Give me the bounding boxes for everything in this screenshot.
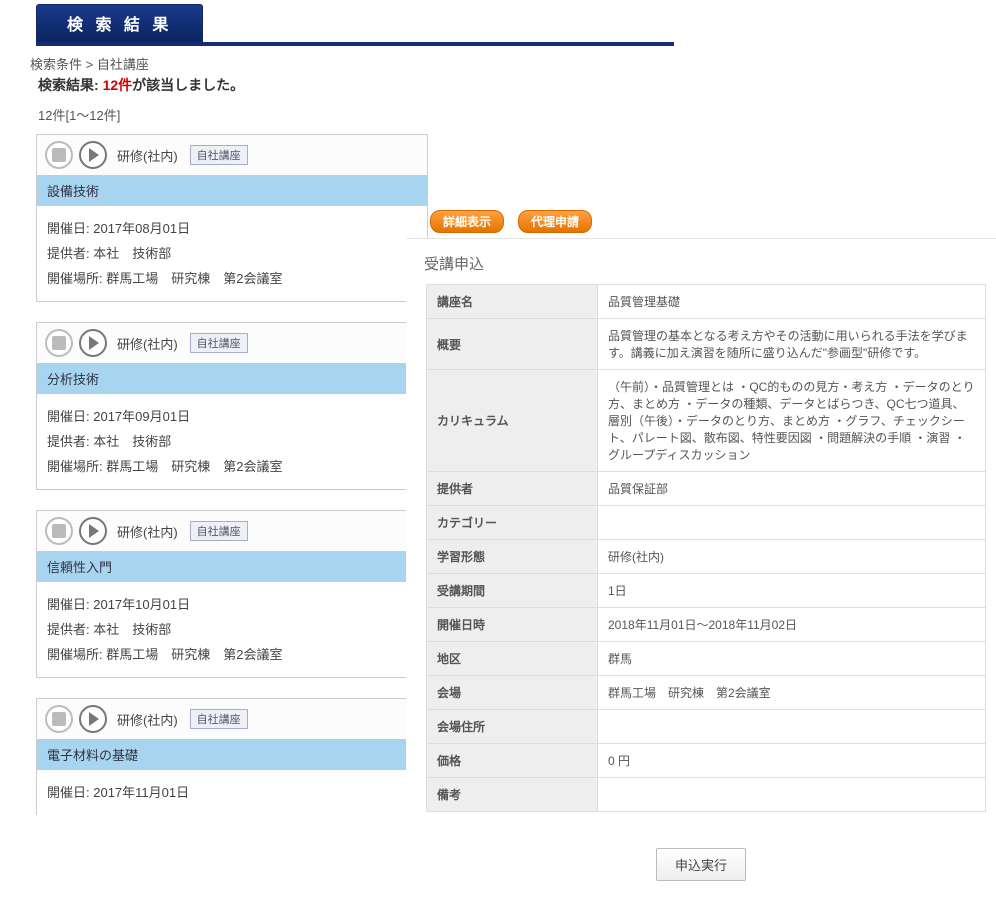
- table-row: 会場住所: [427, 710, 986, 744]
- document-icon: [45, 141, 73, 169]
- result-suffix: が該当しました。: [132, 77, 244, 93]
- course-venue: 開催場所: 群馬工場 研究棟 第2会議室: [47, 644, 417, 663]
- table-row: 会場群馬工場 研究棟 第2会議室: [427, 676, 986, 710]
- table-row: 受講期間1日: [427, 574, 986, 608]
- course-title: 設備技術: [37, 175, 427, 206]
- header-banner: 検 索 結 果: [36, 4, 996, 46]
- play-icon: [79, 705, 107, 733]
- course-list: 研修(社内) 自社講座 設備技術 開催日: 2017年08月01日 提供者: 本…: [36, 134, 428, 815]
- row-label: カテゴリー: [427, 506, 598, 540]
- course-date: 開催日: 2017年09月01日: [47, 406, 417, 425]
- course-provider: 提供者: 本社 技術部: [47, 243, 417, 262]
- course-title: 分析技術: [37, 363, 427, 394]
- internal-course-tag: 自社講座: [190, 709, 248, 729]
- row-label: 学習形態: [427, 540, 598, 574]
- course-type-label: 研修(社内): [117, 146, 178, 165]
- row-label: 会場住所: [427, 710, 598, 744]
- play-icon: [79, 141, 107, 169]
- breadcrumb: 検索条件 > 自社講座: [30, 54, 996, 73]
- play-icon: [79, 517, 107, 545]
- row-value: 品質保証部: [598, 472, 986, 506]
- row-value: 品質管理基礎: [598, 285, 986, 319]
- course-provider: 提供者: 本社 技術部: [47, 431, 417, 450]
- row-value: 研修(社内): [598, 540, 986, 574]
- page-title-tab: 検 索 結 果: [36, 4, 203, 42]
- proxy-apply-button[interactable]: 代理申請: [518, 210, 592, 233]
- row-label: 地区: [427, 642, 598, 676]
- table-row: 概要品質管理の基本となる考え方やその活動に用いられる手法を学びます。講義に加え演…: [427, 319, 986, 370]
- course-card[interactable]: 研修(社内) 自社講座 分析技術 開催日: 2017年09月01日 提供者: 本…: [36, 322, 428, 490]
- play-icon: [79, 329, 107, 357]
- row-label: 開催日時: [427, 608, 598, 642]
- course-type-label: 研修(社内): [117, 334, 178, 353]
- course-card[interactable]: 研修(社内) 自社講座 設備技術 開催日: 2017年08月01日 提供者: 本…: [36, 134, 428, 302]
- table-row: 地区群馬: [427, 642, 986, 676]
- internal-course-tag: 自社講座: [190, 333, 248, 353]
- internal-course-tag: 自社講座: [190, 145, 248, 165]
- row-value: 1日: [598, 574, 986, 608]
- result-range: 12件[1～12件]: [38, 105, 996, 124]
- course-type-label: 研修(社内): [117, 522, 178, 541]
- row-value: 2018年11月01日～2018年11月02日: [598, 608, 986, 642]
- table-row: 講座名品質管理基礎: [427, 285, 986, 319]
- row-label: 会場: [427, 676, 598, 710]
- row-value: （午前）・品質管理とは ・QC的ものの見方・考え方 ・データのとり方、まとめ方 …: [598, 370, 986, 472]
- course-detail-table: 講座名品質管理基礎 概要品質管理の基本となる考え方やその活動に用いられる手法を学…: [426, 284, 986, 812]
- table-row: カテゴリー: [427, 506, 986, 540]
- document-icon: [45, 329, 73, 357]
- header-rule: [36, 42, 674, 46]
- table-row: カリキュラム（午前）・品質管理とは ・QC的ものの見方・考え方 ・データのとり方…: [427, 370, 986, 472]
- row-label: 提供者: [427, 472, 598, 506]
- result-summary: 検索結果: 12件が該当しました。: [38, 75, 996, 95]
- table-row: 価格0 円: [427, 744, 986, 778]
- row-value: [598, 710, 986, 744]
- application-panel: 受講申込 講座名品質管理基礎 概要品質管理の基本となる考え方やその活動に用いられ…: [406, 238, 996, 901]
- row-value: [598, 778, 986, 812]
- table-row: 備考: [427, 778, 986, 812]
- course-venue: 開催場所: 群馬工場 研究棟 第2会議室: [47, 268, 417, 287]
- course-date: 開催日: 2017年10月01日: [47, 594, 417, 613]
- document-icon: [45, 705, 73, 733]
- course-card[interactable]: 研修(社内) 自社講座 信頼性入門 開催日: 2017年10月01日 提供者: …: [36, 510, 428, 678]
- table-row: 開催日時2018年11月01日～2018年11月02日: [427, 608, 986, 642]
- table-row: 学習形態研修(社内): [427, 540, 986, 574]
- row-label: 備考: [427, 778, 598, 812]
- panel-title: 受講申込: [406, 239, 996, 284]
- row-label: 受講期間: [427, 574, 598, 608]
- course-card[interactable]: 研修(社内) 自社講座 電子材料の基礎 開催日: 2017年11月01日: [36, 698, 428, 815]
- row-label: 講座名: [427, 285, 598, 319]
- course-provider: 提供者: 本社 技術部: [47, 619, 417, 638]
- course-type-label: 研修(社内): [117, 710, 178, 729]
- row-value: 群馬: [598, 642, 986, 676]
- document-icon: [45, 517, 73, 545]
- row-label: カリキュラム: [427, 370, 598, 472]
- result-count: 12件: [103, 77, 133, 93]
- detail-view-button[interactable]: 詳細表示: [430, 210, 504, 233]
- course-venue: 開催場所: 群馬工場 研究棟 第2会議室: [47, 456, 417, 475]
- row-label: 価格: [427, 744, 598, 778]
- course-date: 開催日: 2017年11月01日: [47, 782, 417, 801]
- result-prefix: 検索結果:: [38, 77, 103, 93]
- table-row: 提供者品質保証部: [427, 472, 986, 506]
- submit-application-button[interactable]: 申込実行: [656, 848, 746, 881]
- course-title: 電子材料の基礎: [37, 739, 427, 770]
- internal-course-tag: 自社講座: [190, 521, 248, 541]
- course-title: 信頼性入門: [37, 551, 427, 582]
- row-value: [598, 506, 986, 540]
- course-date: 開催日: 2017年08月01日: [47, 218, 417, 237]
- row-value: 群馬工場 研究棟 第2会議室: [598, 676, 986, 710]
- row-label: 概要: [427, 319, 598, 370]
- row-value: 0 円: [598, 744, 986, 778]
- row-value: 品質管理の基本となる考え方やその活動に用いられる手法を学びます。講義に加え演習を…: [598, 319, 986, 370]
